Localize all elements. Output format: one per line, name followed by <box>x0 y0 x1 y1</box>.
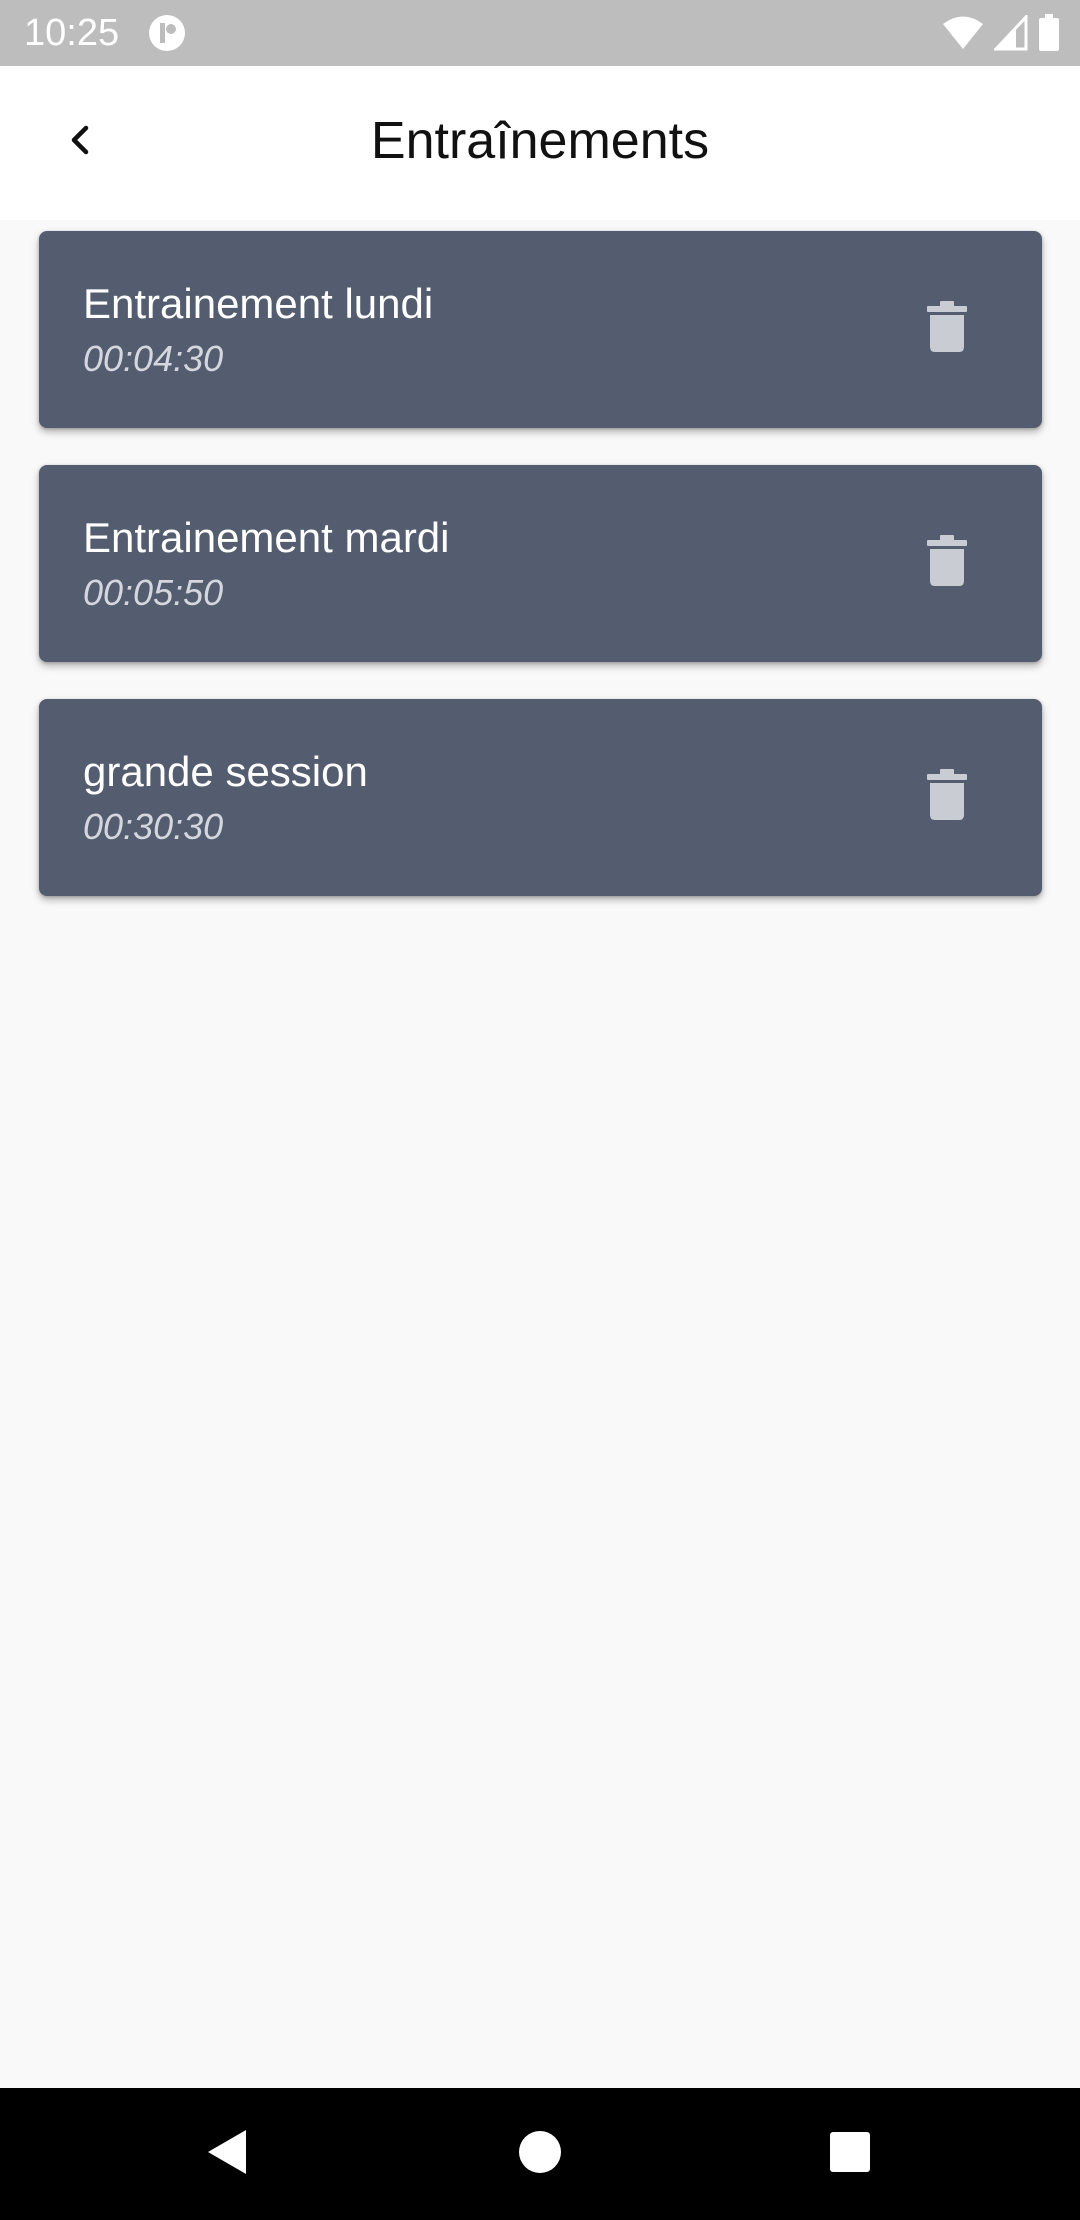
back-triangle-icon <box>202 2126 250 2183</box>
workout-name: Entrainement lundi <box>83 280 434 327</box>
trash-icon <box>925 768 969 826</box>
nav-home-button[interactable] <box>504 2118 576 2190</box>
delete-button[interactable] <box>912 294 982 364</box>
home-circle-icon <box>518 2130 562 2179</box>
workout-card[interactable]: Entrainement mardi 00:05:50 <box>39 465 1042 662</box>
delete-button[interactable] <box>912 762 982 832</box>
trash-icon <box>925 300 969 358</box>
screen: 10:25 Entraînements Entrainement lundi 0… <box>0 0 1080 2220</box>
workout-duration: 00:04:30 <box>83 338 224 379</box>
workout-card[interactable]: Entrainement lundi 00:04:30 <box>39 231 1042 428</box>
wifi-icon <box>942 15 984 56</box>
workout-name: Entrainement mardi <box>83 514 450 561</box>
workout-duration: 00:05:50 <box>83 572 224 613</box>
nav-back-button[interactable] <box>190 2118 262 2190</box>
delete-button[interactable] <box>912 528 982 598</box>
workout-duration: 00:30:30 <box>83 806 224 847</box>
status-bar: 10:25 <box>0 0 1080 66</box>
workout-name: grande session <box>83 748 368 795</box>
app-notification-icon <box>148 14 186 52</box>
page-title: Entraînements <box>370 112 710 170</box>
status-icons <box>942 13 1060 57</box>
navigation-bar <box>0 2088 1080 2220</box>
battery-icon <box>1038 14 1060 57</box>
workout-list: Entrainement lundi 00:04:30 Entrainement… <box>39 231 1042 933</box>
trash-icon <box>925 534 969 592</box>
workout-card[interactable]: grande session 00:30:30 <box>39 699 1042 896</box>
nav-recents-button[interactable] <box>814 2118 886 2190</box>
status-time: 10:25 <box>24 12 120 54</box>
signal-icon <box>992 13 1028 56</box>
recents-square-icon <box>829 2131 871 2178</box>
app-bar: Entraînements <box>0 66 1080 220</box>
